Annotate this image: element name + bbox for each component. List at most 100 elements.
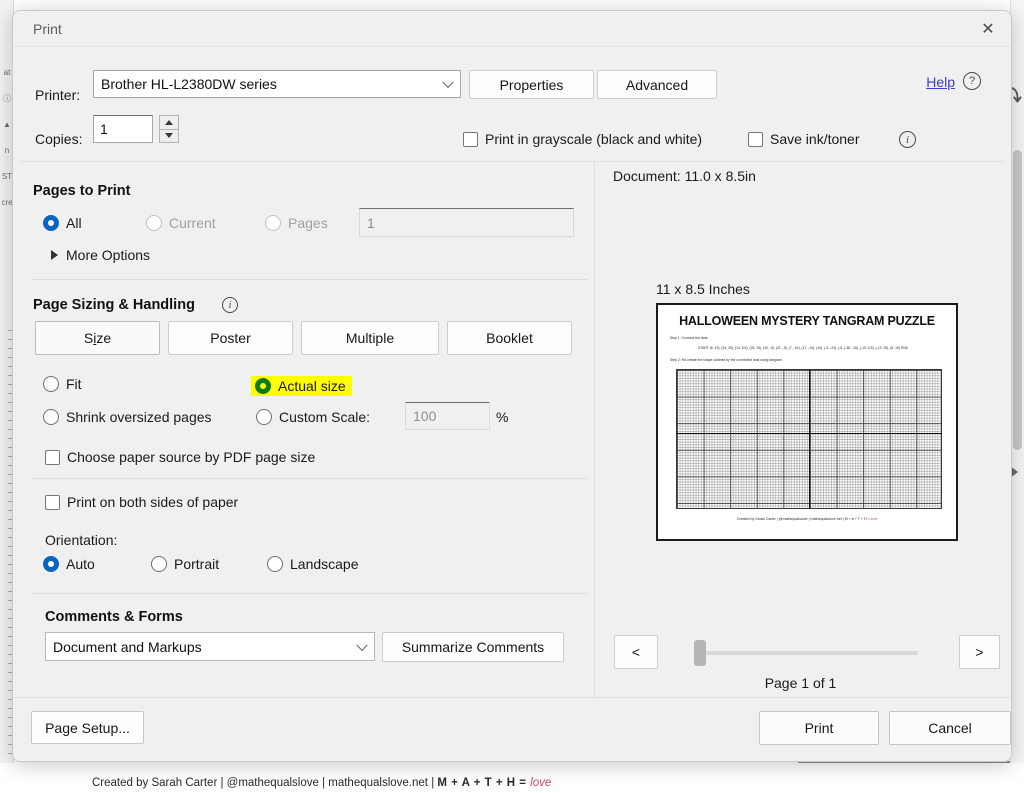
size-button-label-post: ze [96, 330, 111, 346]
dialog-footer: Page Setup... Print Cancel [13, 697, 1011, 761]
preview-step-2: Step 2: Re-create the shape outlined by … [670, 358, 783, 363]
save-ink-checkbox[interactable]: Save ink/toner [748, 131, 860, 147]
radio-icon [43, 215, 59, 231]
preview-step-1: Step 1: Connect the dots. [670, 336, 708, 341]
chevron-down-icon [165, 133, 173, 138]
radio-icon [146, 215, 162, 231]
radio-pages-range[interactable]: Pages [265, 215, 328, 231]
printer-select-value: Brother HL-L2380DW series [101, 76, 277, 92]
help-question-icon[interactable]: ? [963, 72, 981, 90]
checkbox-icon [45, 495, 60, 510]
print-grayscale-label: Print in grayscale (black and white) [485, 131, 702, 147]
comments-select[interactable]: Document and Markups [45, 632, 375, 661]
preview-document-title: HALLOWEEN MYSTERY TANGRAM PUZZLE [679, 314, 935, 328]
radio-icon [256, 409, 272, 425]
radio-icon [43, 376, 59, 392]
page-setup-button[interactable]: Page Setup... [31, 711, 144, 744]
background-footer-love: love [530, 777, 551, 789]
properties-button[interactable]: Properties [469, 70, 594, 99]
checkbox-icon [463, 132, 478, 147]
copies-decrement-button[interactable] [159, 129, 179, 144]
radio-pages-all-label: All [66, 215, 82, 231]
background-scrollbar[interactable] [1010, 0, 1024, 793]
chevron-down-icon [442, 77, 453, 88]
radio-icon [267, 556, 283, 572]
help-link[interactable]: Help [926, 74, 955, 90]
radio-pages-range-label: Pages [288, 215, 328, 231]
info-icon[interactable]: i [899, 131, 916, 148]
triangle-right-icon [51, 250, 58, 260]
print-dialog: Print ✕ Printer: Brother HL-L2380DW seri… [12, 10, 1012, 762]
preview-y-axis [809, 369, 810, 509]
copies-increment-button[interactable] [159, 115, 179, 129]
page-sizing-info-icon[interactable]: i [222, 297, 238, 313]
preview-document-footer: Created by Sarah Carter | @mathequalslov… [737, 517, 878, 521]
comments-select-value: Document and Markups [53, 639, 202, 655]
background-footer-credit-text: Created by Sarah Carter | @mathequalslov… [92, 777, 437, 789]
dialog-title: Print [33, 21, 62, 37]
comments-heading: Comments & Forms [45, 609, 183, 625]
save-ink-label: Save ink/toner [770, 131, 860, 147]
both-sides-checkbox[interactable]: Print on both sides of paper [45, 494, 238, 510]
document-size-label: Document: 11.0 x 8.5in [613, 168, 756, 184]
radio-portrait-label: Portrait [174, 556, 219, 572]
paper-source-label: Choose paper source by PDF page size [67, 449, 315, 465]
copies-label: Copies: [35, 131, 82, 147]
dialog-titlebar: Print ✕ [13, 11, 1011, 47]
radio-icon [43, 409, 59, 425]
previous-page-button[interactable]: < [614, 635, 658, 669]
more-options-label: More Options [66, 247, 150, 263]
percent-symbol: % [496, 409, 508, 425]
radio-shrink-oversized[interactable]: Shrink oversized pages [43, 409, 212, 425]
preview-footer-text: Created by Sarah Carter | @mathequalslov… [737, 517, 871, 521]
printer-label: Printer: [35, 87, 80, 103]
radio-orientation-landscape[interactable]: Landscape [267, 556, 359, 572]
background-scrollbar-thumb[interactable] [1013, 150, 1022, 450]
custom-scale-input[interactable] [405, 402, 490, 430]
multiple-button[interactable]: Multiple [301, 321, 439, 355]
sheet-size-label: 11 x 8.5 Inches [656, 281, 750, 297]
radio-custom-scale-label: Custom Scale: [279, 409, 370, 425]
copies-stepper[interactable] [159, 115, 179, 143]
radio-orientation-portrait[interactable]: Portrait [151, 556, 219, 572]
page-preview[interactable]: HALLOWEEN MYSTERY TANGRAM PUZZLE Step 1:… [656, 303, 958, 541]
advanced-button[interactable]: Advanced [597, 70, 717, 99]
page-count-label: Page 1 of 1 [596, 675, 1005, 691]
radio-pages-current-label: Current [169, 215, 216, 231]
more-options-toggle[interactable]: More Options [51, 247, 150, 263]
radio-custom-scale[interactable]: Custom Scale: [256, 409, 370, 425]
background-footer-math: M + A + T + H = [437, 777, 530, 789]
checkbox-icon [45, 450, 60, 465]
size-button[interactable]: Size [35, 321, 160, 355]
radio-actual-size[interactable]: Actual size [251, 376, 352, 396]
radio-actual-size-label: Actual size [278, 378, 346, 394]
orientation-label: Orientation: [45, 532, 117, 548]
section-divider [31, 593, 587, 594]
checkbox-icon [748, 132, 763, 147]
pages-range-input[interactable] [359, 208, 574, 237]
page-slider-thumb[interactable] [694, 640, 706, 666]
radio-orientation-auto[interactable]: Auto [43, 556, 95, 572]
pages-to-print-heading: Pages to Print [33, 183, 131, 199]
printer-select[interactable]: Brother HL-L2380DW series [93, 70, 461, 98]
booklet-button[interactable]: Booklet [447, 321, 572, 355]
section-divider [31, 478, 587, 479]
page-sizing-heading: Page Sizing & Handling [33, 297, 195, 313]
poster-button[interactable]: Poster [168, 321, 293, 355]
print-grayscale-checkbox[interactable]: Print in grayscale (black and white) [463, 131, 702, 147]
paper-source-checkbox[interactable]: Choose paper source by PDF page size [45, 449, 315, 465]
radio-pages-current[interactable]: Current [146, 215, 216, 231]
radio-fit[interactable]: Fit [43, 376, 82, 392]
radio-landscape-label: Landscape [290, 556, 359, 572]
copies-input[interactable] [93, 115, 153, 143]
background-footer-credit: Created by Sarah Carter | @mathequalslov… [92, 777, 551, 789]
page-slider-track[interactable] [696, 651, 918, 655]
cancel-button[interactable]: Cancel [889, 711, 1011, 745]
radio-icon [43, 556, 59, 572]
radio-pages-all[interactable]: All [43, 215, 82, 231]
preview-footer-love: love [871, 517, 878, 521]
print-button[interactable]: Print [759, 711, 879, 745]
close-icon[interactable]: ✕ [965, 11, 1011, 46]
summarize-comments-button[interactable]: Summarize Comments [382, 632, 564, 662]
next-page-button[interactable]: > [959, 635, 1000, 669]
